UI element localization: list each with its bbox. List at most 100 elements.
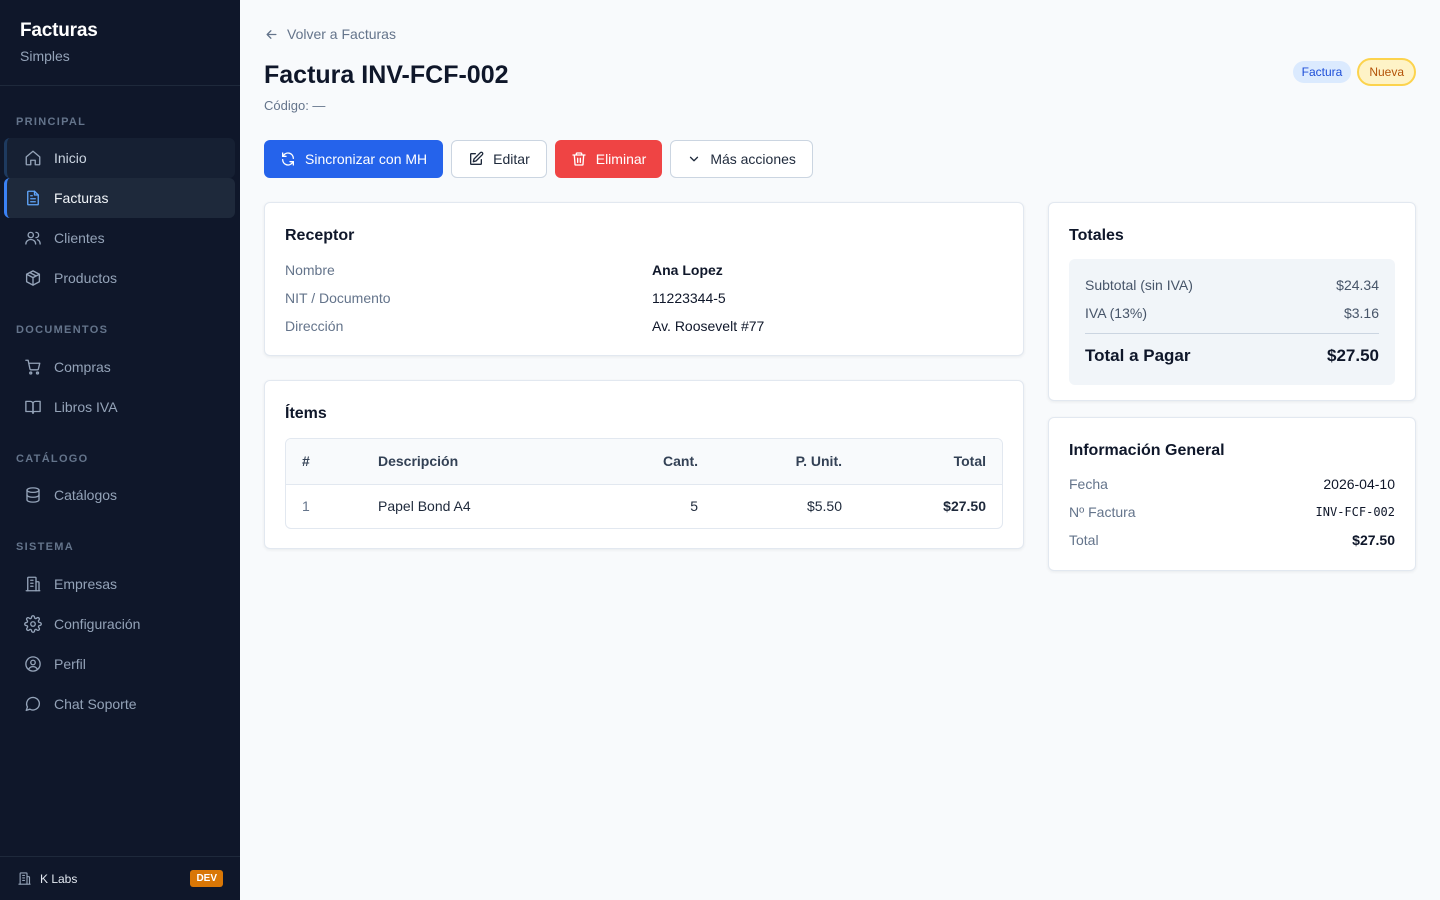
- info-fecha-row: Fecha 2026-04-10: [1069, 470, 1395, 498]
- iva-row: IVA (13%) $3.16: [1085, 299, 1379, 327]
- receptor-field: NIT / Documento 11223344-5: [285, 284, 1003, 312]
- sidebar-item-configuracion[interactable]: Configuración: [4, 604, 235, 644]
- back-link-label: Volver a Facturas: [287, 26, 396, 42]
- cell-number: 1: [302, 498, 310, 515]
- info-total-row: Total $27.50: [1069, 526, 1395, 554]
- field-label: Dirección: [285, 318, 344, 334]
- org-name: K Labs: [40, 871, 78, 886]
- sidebar-item-label: Catálogos: [54, 487, 118, 503]
- brand-title: Facturas: [20, 20, 98, 41]
- general-info-card: Información General Fecha 2026-04-10 Nº …: [1048, 417, 1416, 571]
- trash-icon: [572, 152, 586, 166]
- subtotal-row: Subtotal (sin IVA) $24.34: [1085, 271, 1379, 299]
- more-actions-button[interactable]: Más acciones: [670, 140, 813, 178]
- field-value: Av. Roosevelt #77: [652, 318, 765, 334]
- cart-icon: [25, 359, 41, 375]
- sidebar-item-label: Compras: [54, 359, 111, 375]
- edit-label: Editar: [493, 151, 530, 167]
- page-title: Factura INV-FCF-002: [264, 61, 509, 89]
- items-title: Ítems: [285, 405, 327, 422]
- table-row: 1 Papel Bond A4 5 $5.50 $27.50: [286, 484, 1002, 528]
- totals-card: Totales Subtotal (sin IVA) $24.34 IVA (1…: [1048, 202, 1416, 401]
- sidebar-item-compras[interactable]: Compras: [4, 347, 235, 387]
- sidebar-item-libros-iva[interactable]: Libros IVA: [4, 387, 235, 427]
- general-info-title: Información General: [1069, 442, 1225, 459]
- sidebar-item-label: Libros IVA: [54, 399, 118, 415]
- brand: Facturas Simples: [0, 0, 240, 86]
- col-total: Total: [858, 439, 1002, 485]
- sidebar-item-inicio[interactable]: Inicio: [4, 138, 235, 178]
- subtotal-value: $24.34: [1336, 277, 1379, 293]
- col-unit-price: P. Unit.: [714, 439, 858, 485]
- sidebar-item-label: Productos: [54, 270, 118, 286]
- grand-total-label: Total a Pagar: [1085, 345, 1191, 365]
- field-value: 11223344-5: [652, 290, 726, 306]
- building-icon: [18, 872, 31, 885]
- users-icon: [25, 231, 41, 245]
- sidebar-footer: K Labs DEV: [0, 856, 240, 900]
- more-actions-label: Más acciones: [710, 151, 796, 167]
- sidebar-item-label: Facturas: [54, 190, 109, 206]
- nav-section-principal: PRINCIPAL: [16, 116, 87, 128]
- home-icon: [25, 150, 41, 166]
- edit-button[interactable]: Editar: [451, 140, 547, 178]
- total-label: Total: [1069, 532, 1099, 548]
- sidebar: Facturas Simples PRINCIPAL Inicio Factur…: [0, 0, 240, 900]
- building-icon: [25, 576, 41, 592]
- type-badge: Factura: [1292, 61, 1352, 83]
- cell-total: $27.50: [943, 498, 986, 515]
- brand-subtitle: Simples: [20, 48, 70, 64]
- sidebar-item-empresas[interactable]: Empresas: [4, 564, 235, 604]
- cell-unit-price: $5.50: [806, 498, 842, 515]
- sidebar-item-clientes[interactable]: Clientes: [4, 218, 235, 258]
- iva-label: IVA (13%): [1085, 305, 1147, 321]
- sidebar-item-label: Clientes: [54, 230, 105, 246]
- env-badge: DEV: [190, 870, 223, 887]
- action-bar: Sincronizar con MH Editar Eliminar Más a…: [264, 140, 813, 178]
- cell-description: Papel Bond A4: [378, 498, 471, 515]
- subtotal-label: Subtotal (sin IVA): [1085, 277, 1193, 293]
- receptor-card: Receptor Nombre Ana Lopez NIT / Document…: [264, 202, 1024, 356]
- totals-box: Subtotal (sin IVA) $24.34 IVA (13%) $3.1…: [1069, 259, 1395, 385]
- numero-label: Nº Factura: [1069, 504, 1136, 520]
- col-description: Descripción: [362, 439, 604, 485]
- info-numero-row: Nº Factura INV-FCF-002: [1069, 498, 1395, 526]
- book-icon: [25, 400, 41, 415]
- refresh-icon: [282, 152, 294, 166]
- field-value: Ana Lopez: [652, 262, 723, 278]
- sidebar-item-chat-soporte[interactable]: Chat Soporte: [4, 684, 235, 724]
- sidebar-item-perfil[interactable]: Perfil: [4, 644, 235, 684]
- delete-label: Eliminar: [595, 151, 647, 167]
- field-label: Nombre: [285, 262, 335, 278]
- items-card: Ítems # Descripción Cant. P. Unit. Total…: [264, 380, 1024, 549]
- back-link[interactable]: Volver a Facturas: [264, 26, 396, 42]
- gear-icon: [24, 615, 42, 633]
- cell-quantity: 5: [690, 498, 698, 515]
- delete-button[interactable]: Eliminar: [554, 140, 663, 178]
- field-label: NIT / Documento: [285, 290, 391, 306]
- grand-total-row: Total a Pagar $27.50: [1085, 333, 1379, 375]
- file-text-icon: [27, 190, 39, 206]
- database-icon: [26, 487, 40, 503]
- nav-section-catalogo: CATÁLOGO: [16, 453, 89, 465]
- sidebar-item-facturas[interactable]: Facturas: [4, 178, 235, 218]
- status-badge: Nueva: [1357, 58, 1416, 86]
- grand-total-value: $27.50: [1327, 345, 1379, 365]
- sidebar-item-catalogos[interactable]: Catálogos: [4, 475, 235, 515]
- edit-icon: [470, 151, 484, 165]
- items-table: # Descripción Cant. P. Unit. Total 1 Pap…: [285, 438, 1003, 529]
- sidebar-item-label: Configuración: [54, 616, 141, 632]
- sync-mh-button[interactable]: Sincronizar con MH: [264, 140, 444, 178]
- sync-mh-label: Sincronizar con MH: [305, 151, 428, 167]
- chat-icon: [25, 696, 41, 712]
- sidebar-item-label: Empresas: [54, 576, 118, 592]
- nav-section-sistema: SISTEMA: [16, 541, 74, 553]
- nav-section-documentos: DOCUMENTOS: [16, 324, 109, 336]
- sidebar-item-label: Perfil: [54, 656, 86, 672]
- fecha-label: Fecha: [1069, 476, 1108, 492]
- sidebar-item-productos[interactable]: Productos: [4, 258, 235, 298]
- iva-value: $3.16: [1343, 305, 1379, 321]
- numero-value: INV-FCF-002: [1315, 505, 1395, 519]
- receptor-field: Dirección Av. Roosevelt #77: [285, 312, 1003, 340]
- chevron-down-icon: [690, 156, 699, 162]
